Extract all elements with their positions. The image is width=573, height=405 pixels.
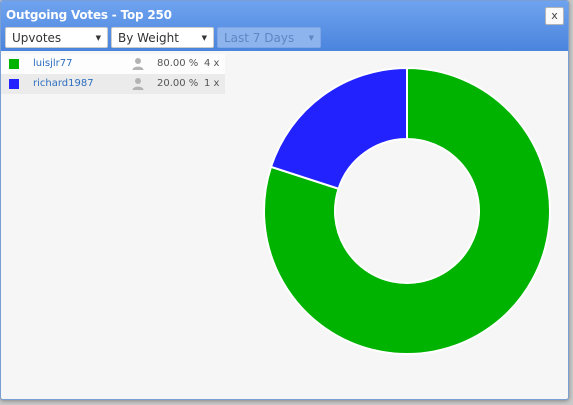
voter-row: luisjlr77 80.00 % 4 x — [1, 54, 225, 74]
color-swatch — [9, 79, 19, 89]
period-select[interactable]: Last 7 Days ▼ — [217, 27, 321, 48]
period-value: Last 7 Days — [224, 31, 295, 45]
chevron-down-icon: ▼ — [95, 34, 101, 42]
sort-select[interactable]: By Weight ▼ — [111, 27, 214, 48]
voter-name-link[interactable]: richard1987 — [33, 78, 94, 89]
vote-count: 4 x — [204, 58, 220, 69]
sort-value: By Weight — [118, 31, 179, 45]
vote-type-select[interactable]: Upvotes ▼ — [5, 27, 108, 48]
color-swatch — [9, 59, 19, 69]
outgoing-votes-dialog: Outgoing Votes - Top 250 x Upvotes ▼ By … — [0, 0, 569, 400]
close-button[interactable]: x — [545, 7, 564, 25]
voter-list: luisjlr77 80.00 % 4 x richard1987 20.00 … — [1, 54, 225, 94]
vote-type-value: Upvotes — [12, 31, 62, 45]
voter-name-link[interactable]: luisjlr77 — [33, 58, 73, 69]
vote-count: 1 x — [204, 78, 220, 89]
dialog-titlebar: Outgoing Votes - Top 250 x Upvotes ▼ By … — [1, 1, 568, 51]
chevron-down-icon: ▼ — [201, 34, 207, 42]
donut-slice-richard1987[interactable] — [269, 66, 408, 191]
votes-donut-chart — [263, 66, 551, 355]
user-icon[interactable] — [132, 77, 144, 90]
voter-row: richard1987 20.00 % 1 x — [1, 74, 225, 94]
chevron-down-icon: ▼ — [308, 34, 314, 42]
vote-percent: 20.00 % — [157, 78, 199, 89]
user-icon[interactable] — [132, 57, 144, 70]
vote-percent: 80.00 % — [157, 58, 199, 69]
dialog-title: Outgoing Votes - Top 250 — [6, 8, 172, 22]
